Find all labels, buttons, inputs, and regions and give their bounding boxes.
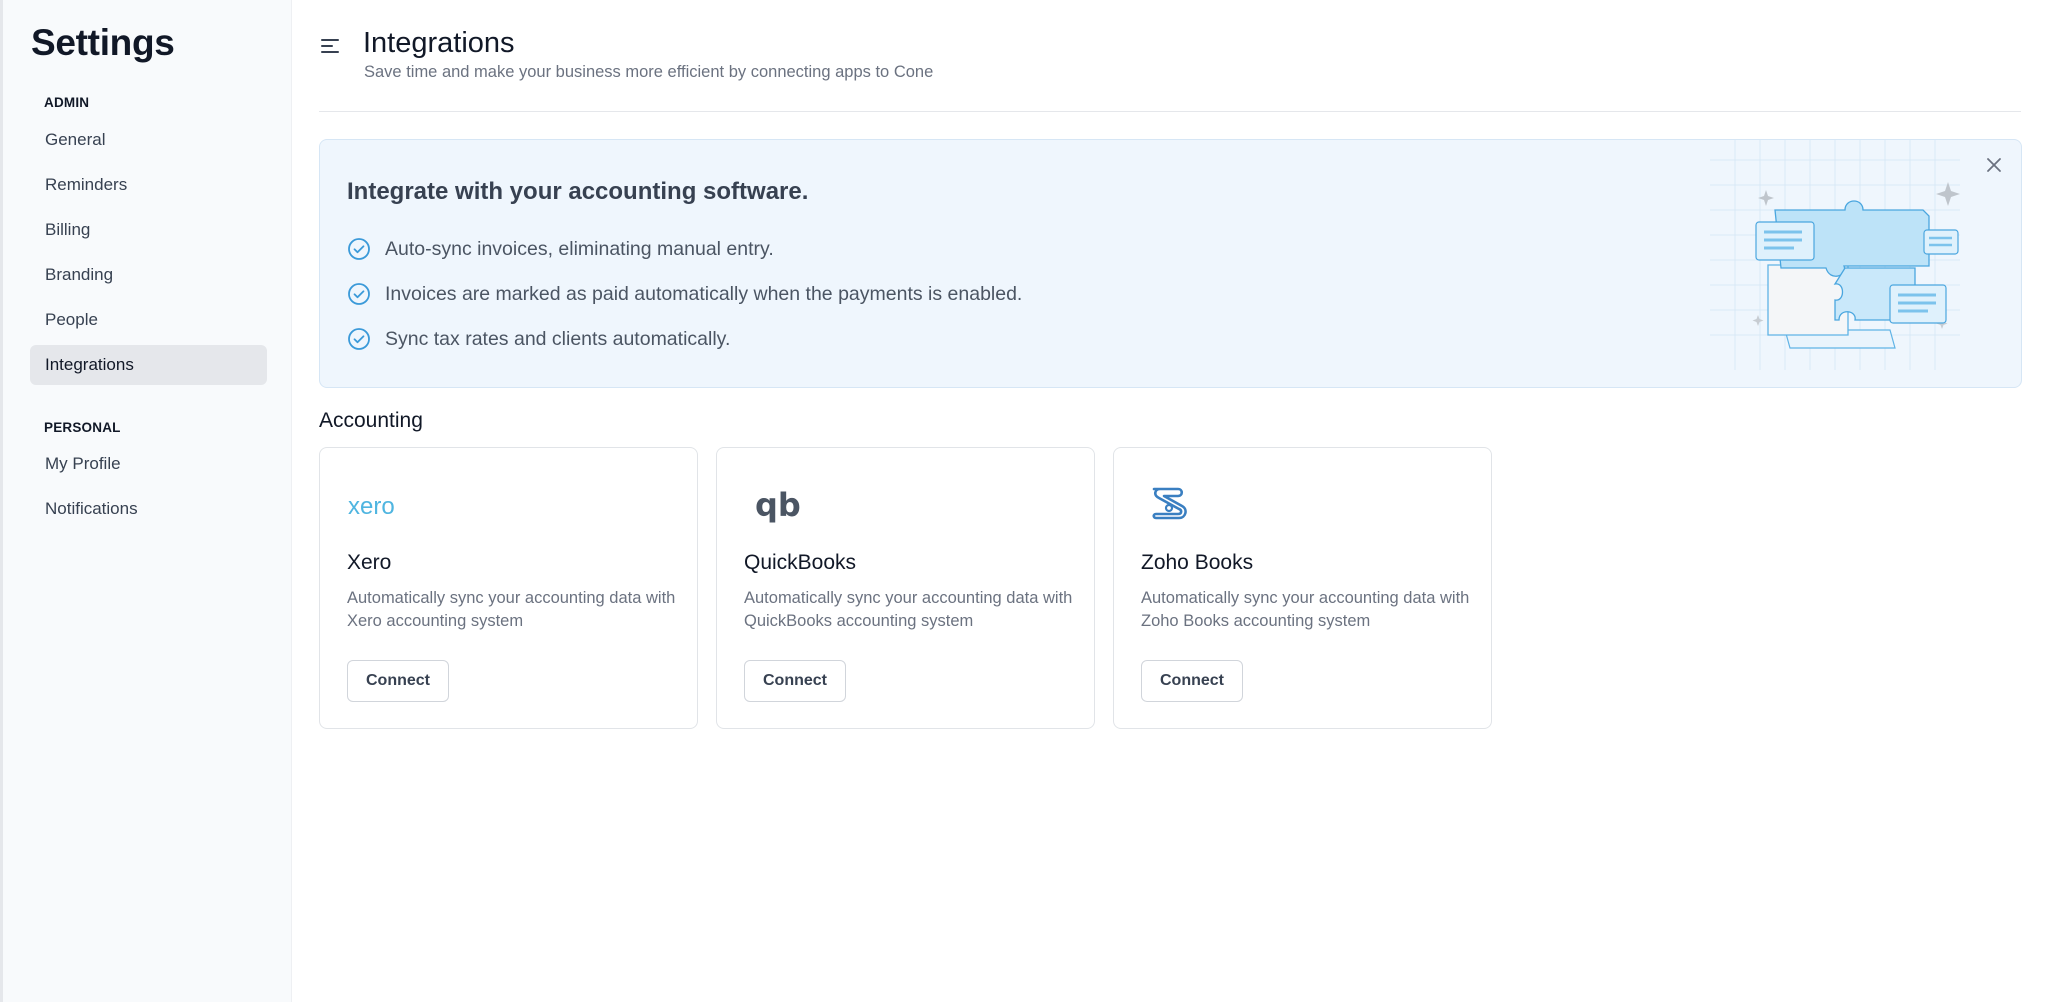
check-circle-icon	[347, 282, 371, 306]
section-label-admin: ADMIN	[44, 95, 90, 110]
settings-sidebar: Settings ADMIN General Reminders Billing…	[0, 0, 292, 1002]
sidebar-item-my-profile[interactable]: My Profile	[30, 444, 267, 484]
page-title: Integrations	[363, 27, 515, 59]
integration-promo-banner: Integrate with your accounting software.…	[319, 139, 2022, 388]
close-icon[interactable]	[1983, 154, 2005, 176]
benefit-text: Invoices are marked as paid automaticall…	[385, 282, 1023, 305]
connect-quickbooks-button[interactable]: Connect	[744, 660, 846, 702]
integration-card-zoho-books: Zoho Books Automatically sync your accou…	[1113, 447, 1492, 729]
check-circle-icon	[347, 327, 371, 351]
quickbooks-logo-icon: qb	[743, 484, 807, 528]
benefit-text: Auto-sync invoices, eliminating manual e…	[385, 237, 774, 260]
integration-card-quickbooks: qb QuickBooks Automatically sync your ac…	[716, 447, 1095, 729]
benefit-item: Sync tax rates and clients automatically…	[347, 326, 730, 352]
menu-toggle-icon[interactable]	[319, 36, 341, 56]
xero-logo-icon: xero	[346, 484, 410, 528]
zoho-books-logo-icon	[1140, 484, 1204, 528]
sidebar-item-billing[interactable]: Billing	[30, 210, 267, 250]
sidebar-title: Settings	[31, 22, 175, 63]
card-description: Automatically sync your accounting data …	[744, 589, 1073, 630]
banner-title: Integrate with your accounting software.	[347, 178, 809, 205]
card-description: Automatically sync your accounting data …	[1141, 589, 1470, 630]
sidebar-item-people[interactable]: People	[30, 300, 267, 340]
benefit-item: Invoices are marked as paid automaticall…	[347, 281, 1022, 307]
card-title: QuickBooks	[744, 551, 857, 574]
puzzle-illustration	[1690, 140, 1970, 387]
benefit-text: Sync tax rates and clients automatically…	[385, 327, 731, 350]
sidebar-item-reminders[interactable]: Reminders	[30, 165, 267, 205]
sidebar-item-integrations[interactable]: Integrations	[30, 345, 267, 385]
header-divider	[319, 111, 2021, 112]
benefit-item: Auto-sync invoices, eliminating manual e…	[347, 236, 774, 262]
integration-card-xero: xero Xero Automatically sync your accoun…	[319, 447, 698, 729]
sidebar-item-notifications[interactable]: Notifications	[30, 489, 267, 529]
card-description: Automatically sync your accounting data …	[347, 589, 676, 630]
svg-text:qb: qb	[755, 486, 801, 524]
accounting-heading: Accounting	[319, 409, 423, 432]
check-circle-icon	[347, 237, 371, 261]
section-label-personal: PERSONAL	[44, 420, 121, 435]
page-subtitle: Save time and make your business more ef…	[364, 63, 934, 81]
connect-xero-button[interactable]: Connect	[347, 660, 449, 702]
card-title: Xero	[347, 551, 392, 574]
sidebar-item-general[interactable]: General	[30, 120, 267, 160]
sidebar-item-branding[interactable]: Branding	[30, 255, 267, 295]
svg-text:xero: xero	[348, 493, 395, 520]
card-title: Zoho Books	[1141, 551, 1254, 574]
connect-zoho-books-button[interactable]: Connect	[1141, 660, 1243, 702]
